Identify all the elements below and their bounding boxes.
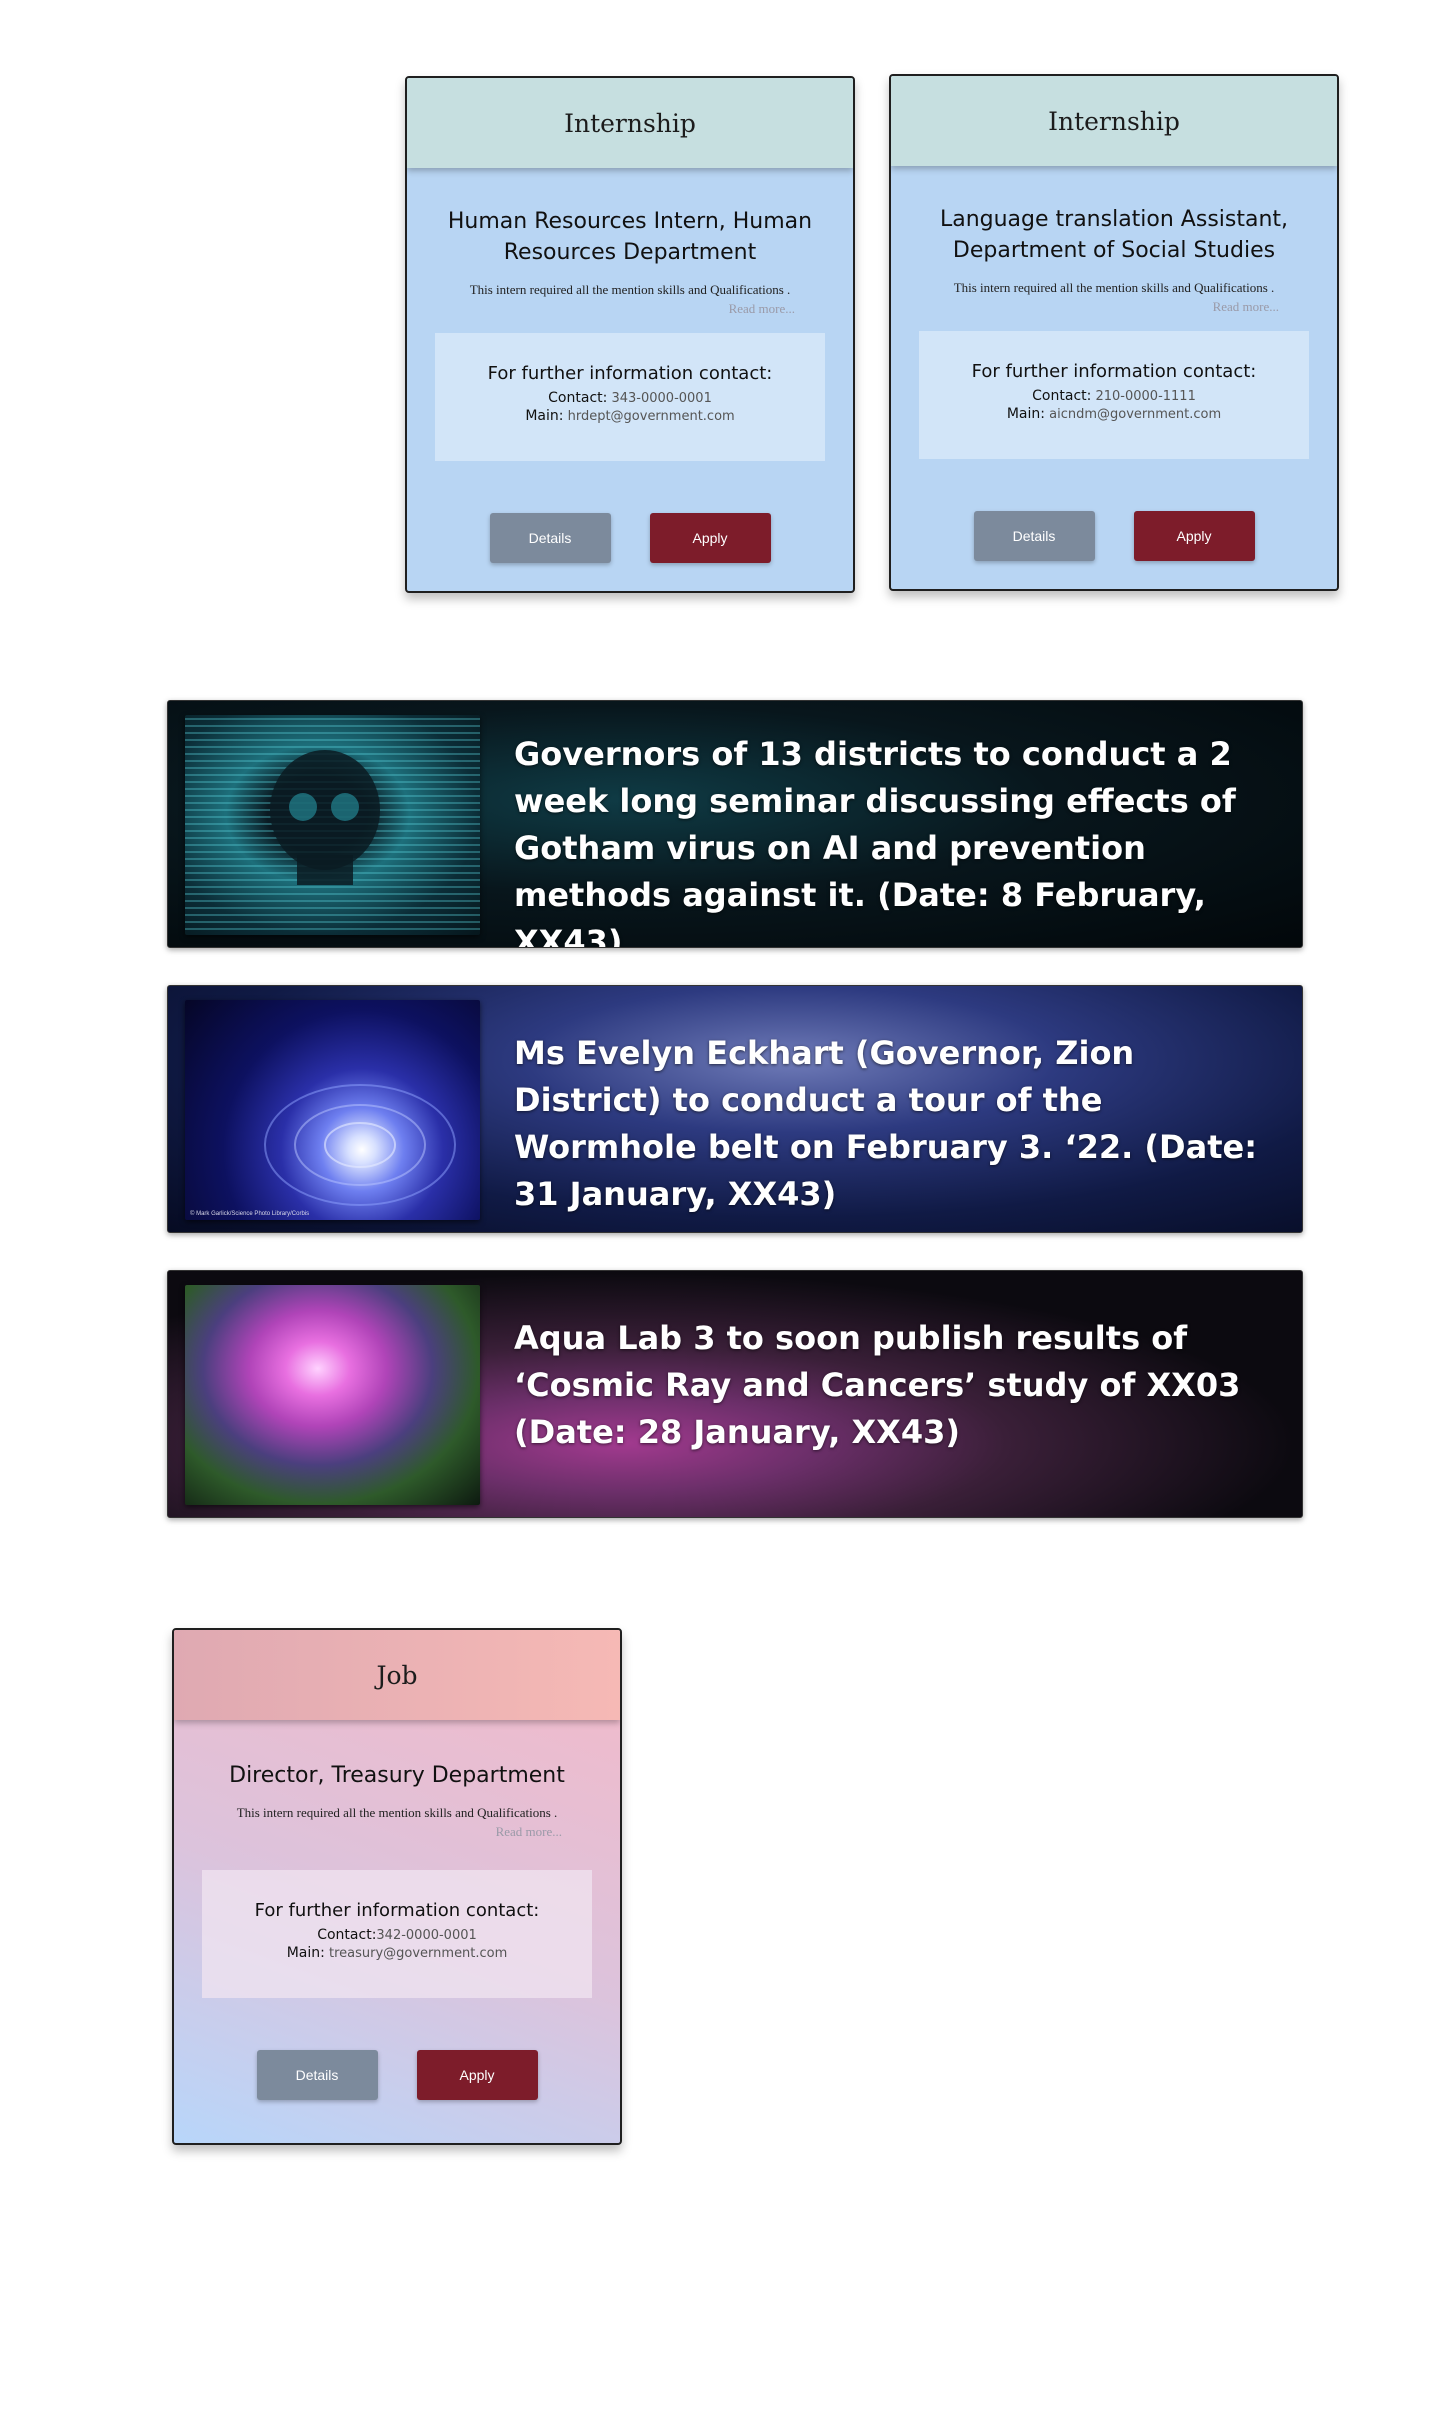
- card-title: Language translation Assistant, Departme…: [939, 207, 1289, 263]
- mail-label: Main:: [286, 1945, 325, 1961]
- news-item-gotham-virus[interactable]: Governors of 13 districts to conduct a 2…: [167, 700, 1303, 948]
- details-button[interactable]: Details: [973, 511, 1095, 561]
- contact-value: 342-0000-0001: [376, 1928, 477, 1943]
- mail-value: hrdept@government.com: [563, 409, 735, 424]
- card-actions: Details Apply: [174, 2050, 620, 2100]
- card-actions: Details Apply: [407, 513, 853, 563]
- apply-button[interactable]: Apply: [649, 513, 771, 563]
- card-description: This intern required all the mention ski…: [953, 280, 1275, 295]
- contact-value: 343-0000-0001: [607, 391, 712, 406]
- card-description: This intern required all the mention ski…: [236, 1805, 558, 1820]
- card-description: This intern required all the mention ski…: [469, 282, 791, 297]
- card-category: Internship: [891, 76, 1337, 166]
- job-card-treasury: Job Director, Treasury Department This i…: [172, 1628, 622, 2145]
- card-actions: Details Apply: [891, 511, 1337, 561]
- image-credit: © Mark Garlick/Science Photo Library/Cor…: [190, 1211, 310, 1217]
- card-title: Director, Treasury Department: [229, 1763, 565, 1788]
- nebula-image: [185, 1285, 480, 1505]
- contact-label: Contact:: [1032, 388, 1092, 404]
- read-more-link[interactable]: Read more...: [407, 301, 795, 317]
- info-heading: For further information contact:: [487, 363, 773, 384]
- details-button[interactable]: Details: [489, 513, 611, 563]
- card-category: Job: [174, 1630, 620, 1720]
- details-button[interactable]: Details: [256, 2050, 378, 2100]
- news-text: Ms Evelyn Eckhart (Governor, Zion Distri…: [514, 1034, 1257, 1213]
- mail-value: treasury@government.com: [324, 1946, 508, 1961]
- mail-value: aicndm@government.com: [1044, 407, 1222, 422]
- card-title: Human Resources Intern, Human Resources …: [447, 209, 813, 265]
- internship-card-hr: Internship Human Resources Intern, Human…: [405, 76, 855, 593]
- card-category: Internship: [407, 78, 853, 168]
- mail-line: Main: hrdept@government.com: [435, 408, 825, 424]
- contact-info-box: For further information contact: Contact…: [202, 1870, 592, 1998]
- contact-line: Contact: 210-0000-1111: [919, 388, 1309, 404]
- contact-label: Contact:: [317, 1927, 377, 1943]
- wormhole-image: © Mark Garlick/Science Photo Library/Cor…: [185, 1000, 480, 1220]
- apply-button[interactable]: Apply: [416, 2050, 538, 2100]
- apply-button[interactable]: Apply: [1133, 511, 1255, 561]
- info-heading: For further information contact:: [254, 1900, 540, 1921]
- contact-label: Contact:: [548, 390, 608, 406]
- news-item-cosmic-ray-study[interactable]: Aqua Lab 3 to soon publish results of ‘C…: [167, 1270, 1303, 1518]
- contact-info-box: For further information contact: Contact…: [919, 331, 1309, 459]
- news-item-wormhole-tour[interactable]: © Mark Garlick/Science Photo Library/Cor…: [167, 985, 1303, 1233]
- contact-value: 210-0000-1111: [1091, 389, 1196, 404]
- mail-label: Main:: [1006, 406, 1045, 422]
- info-heading: For further information contact:: [971, 361, 1257, 382]
- read-more-link[interactable]: Read more...: [174, 1824, 562, 1840]
- read-more-link[interactable]: Read more...: [891, 299, 1279, 315]
- skull-icon: [270, 750, 380, 885]
- mail-label: Main:: [525, 408, 564, 424]
- wormhole-swirl-icon: [264, 1084, 456, 1206]
- mail-line: Main: aicndm@government.com: [919, 406, 1309, 422]
- contact-line: Contact:342-0000-0001: [202, 1927, 592, 1943]
- mail-line: Main: treasury@government.com: [202, 1945, 592, 1961]
- news-text: Aqua Lab 3 to soon publish results of ‘C…: [514, 1319, 1241, 1451]
- internship-card-translation: Internship Language translation Assistan…: [889, 74, 1339, 591]
- news-text: Governors of 13 districts to conduct a 2…: [514, 735, 1236, 948]
- contact-info-box: For further information contact: Contact…: [435, 333, 825, 461]
- contact-line: Contact: 343-0000-0001: [435, 390, 825, 406]
- cyber-skull-image: [185, 715, 480, 935]
